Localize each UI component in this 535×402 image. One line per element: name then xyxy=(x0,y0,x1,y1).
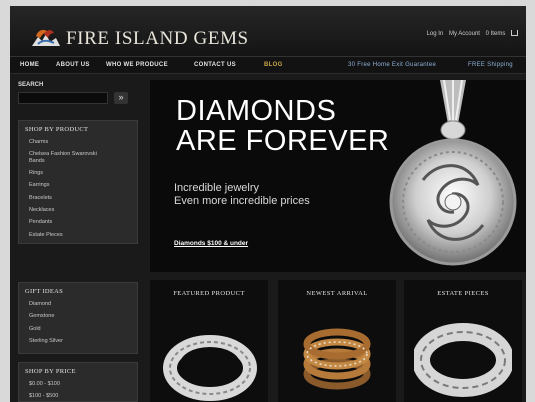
diamond-pendant-image xyxy=(389,80,517,266)
site-header: FIRE ISLAND GEMS Log In My Account 0 Ite… xyxy=(10,6,526,56)
cart-link[interactable]: 0 Items xyxy=(486,31,506,37)
category-link[interactable]: Earrings xyxy=(19,179,137,191)
category-link[interactable]: Charms xyxy=(19,136,137,148)
diamond-band-ring-image xyxy=(163,335,257,401)
gift-link[interactable]: Gold xyxy=(19,323,137,335)
featured-product-tile[interactable]: FEATURED PRODUCT xyxy=(150,280,268,402)
gift-link[interactable]: Sterling Silver xyxy=(19,335,137,347)
hero-sub-line2: Even more incredible prices xyxy=(174,195,310,207)
gift-link[interactable]: Gemstone xyxy=(19,310,137,322)
hero-sub-line1: Incredible jewelry xyxy=(174,182,259,194)
hero-title-line2: ARE FOREVER xyxy=(176,125,390,157)
tile-title: NEWEST ARRIVAL xyxy=(306,290,368,297)
price-link[interactable]: $0.00 - $100 xyxy=(19,378,137,390)
tile-title: ESTATE PIECES xyxy=(437,290,489,297)
login-link[interactable]: Log In xyxy=(427,31,444,37)
category-link[interactable]: Estate Pieces xyxy=(19,229,137,241)
main-nav: HOME ABOUT US WHO WE PRODUCE CONTACT US … xyxy=(10,56,526,74)
account-links: Log In My Account 0 Items xyxy=(423,30,518,37)
search-button[interactable]: » xyxy=(114,92,128,104)
logo-text[interactable]: FIRE ISLAND GEMS xyxy=(66,28,249,50)
hero-cta-link[interactable]: Diamonds $100 & under xyxy=(174,240,248,247)
price-link[interactable]: $100 - $500 xyxy=(19,390,137,402)
tile-title: FEATURED PRODUCT xyxy=(173,290,245,297)
nav-blog[interactable]: BLOG xyxy=(264,62,283,68)
hero-subtitle: Incredible jewelry Even more incredible … xyxy=(174,182,310,208)
category-link[interactable]: Chelsea Fashion Swarovski Bands xyxy=(19,148,137,167)
gold-stack-ring-image xyxy=(303,328,371,390)
nav-contact[interactable]: CONTACT US xyxy=(194,62,236,68)
logo-flame-icon[interactable] xyxy=(30,28,62,48)
hero-title: DIAMONDS ARE FOREVER xyxy=(176,96,389,156)
estate-pieces-tile[interactable]: ESTATE PIECES xyxy=(404,280,522,402)
cart-icon[interactable] xyxy=(511,30,518,36)
search-label: SEARCH xyxy=(18,82,44,88)
search-box: SEARCH » xyxy=(18,82,132,104)
nav-who-we-produce[interactable]: WHO WE PRODUCE xyxy=(106,62,168,68)
category-link[interactable]: Necklaces xyxy=(19,204,137,216)
gift-ideas-panel: GIFT IDEAS Diamond Gemstone Gold Sterlin… xyxy=(18,282,138,354)
page: FIRE ISLAND GEMS Log In My Account 0 Ite… xyxy=(10,6,526,402)
nav-home[interactable]: HOME xyxy=(20,62,39,68)
my-account-link[interactable]: My Account xyxy=(449,31,480,37)
shop-by-product-panel: SHOP BY PRODUCT Charms Chelsea Fashion S… xyxy=(18,120,138,244)
panel-title: SHOP BY PRODUCT xyxy=(25,126,89,133)
promo-guarantee[interactable]: 30 Free Home Exit Guarantee xyxy=(348,62,436,68)
category-link[interactable]: Rings xyxy=(19,167,137,179)
gift-link[interactable]: Diamond xyxy=(19,298,137,310)
sidebar: SEARCH » SHOP BY PRODUCT Charms Chelsea … xyxy=(10,76,140,402)
promo-shipping[interactable]: FREE Shipping xyxy=(468,62,513,68)
search-input[interactable] xyxy=(18,92,108,104)
category-link[interactable]: Pendants xyxy=(19,216,137,228)
panel-title: SHOP BY PRICE xyxy=(25,368,76,375)
hero-banner[interactable]: DIAMONDS ARE FOREVER Incredible jewelry … xyxy=(150,80,526,272)
shop-by-price-panel: SHOP BY PRICE $0.00 - $100 $100 - $500 xyxy=(18,362,138,402)
hero-title-line1: DIAMONDS xyxy=(176,95,337,127)
nav-about[interactable]: ABOUT US xyxy=(56,62,90,68)
newest-arrival-tile[interactable]: NEWEST ARRIVAL xyxy=(278,280,396,402)
category-link[interactable]: Bracelets xyxy=(19,192,137,204)
panel-title: GIFT IDEAS xyxy=(25,288,64,295)
estate-filigree-ring-image xyxy=(414,323,512,397)
